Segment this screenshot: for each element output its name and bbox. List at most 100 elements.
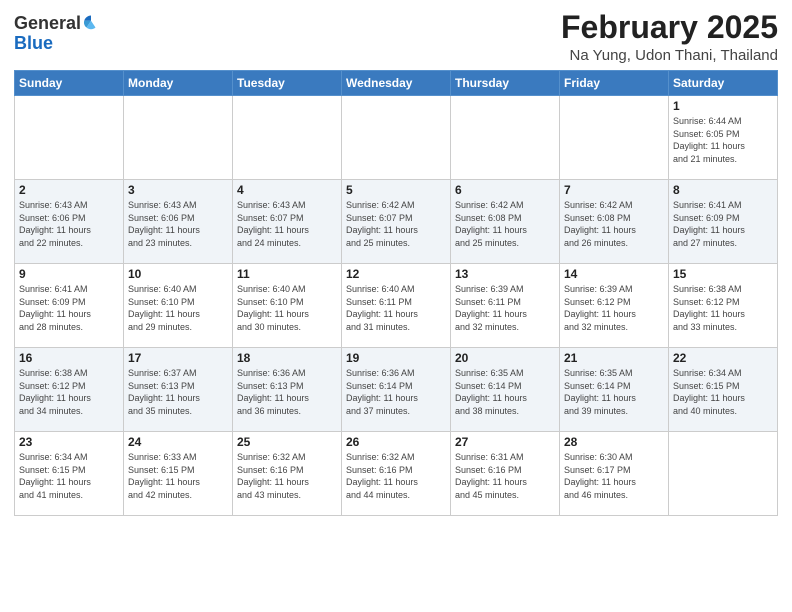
day-number: 18 <box>237 351 337 365</box>
day-cell: 14 Sunrise: 6:39 AM Sunset: 6:12 PM Dayli… <box>560 264 669 348</box>
week-row-5: 23 Sunrise: 6:34 AM Sunset: 6:15 PM Dayli… <box>15 432 778 516</box>
col-header-thursday: Thursday <box>451 71 560 96</box>
day-info: Sunrise: 6:38 AM Sunset: 6:12 PM Dayligh… <box>673 283 773 333</box>
title-month: February 2025 <box>561 10 778 45</box>
day-cell <box>560 96 669 180</box>
day-cell: 17 Sunrise: 6:37 AM Sunset: 6:13 PM Dayli… <box>124 348 233 432</box>
day-info: Sunrise: 6:37 AM Sunset: 6:13 PM Dayligh… <box>128 367 228 417</box>
col-header-saturday: Saturday <box>669 71 778 96</box>
day-number: 22 <box>673 351 773 365</box>
day-cell <box>451 96 560 180</box>
day-number: 25 <box>237 435 337 449</box>
col-header-wednesday: Wednesday <box>342 71 451 96</box>
day-number: 14 <box>564 267 664 281</box>
day-info: Sunrise: 6:34 AM Sunset: 6:15 PM Dayligh… <box>673 367 773 417</box>
day-info: Sunrise: 6:40 AM Sunset: 6:10 PM Dayligh… <box>237 283 337 333</box>
day-cell: 13 Sunrise: 6:39 AM Sunset: 6:11 PM Dayli… <box>451 264 560 348</box>
logo-blue-text: Blue <box>14 34 100 54</box>
day-cell: 15 Sunrise: 6:38 AM Sunset: 6:12 PM Dayli… <box>669 264 778 348</box>
week-row-4: 16 Sunrise: 6:38 AM Sunset: 6:12 PM Dayli… <box>15 348 778 432</box>
col-header-friday: Friday <box>560 71 669 96</box>
day-cell: 9Sunrise: 6:41 AM Sunset: 6:09 PM Daylig… <box>15 264 124 348</box>
day-info: Sunrise: 6:35 AM Sunset: 6:14 PM Dayligh… <box>564 367 664 417</box>
day-info: Sunrise: 6:32 AM Sunset: 6:16 PM Dayligh… <box>346 451 446 501</box>
day-info: Sunrise: 6:43 AM Sunset: 6:06 PM Dayligh… <box>19 199 119 249</box>
col-header-sunday: Sunday <box>15 71 124 96</box>
calendar-page: General Blue February 2025 Na Yung, Udon… <box>0 0 792 612</box>
day-cell: 3 Sunrise: 6:43 AM Sunset: 6:06 PM Daylig… <box>124 180 233 264</box>
col-header-monday: Monday <box>124 71 233 96</box>
header: General Blue February 2025 Na Yung, Udon… <box>14 10 778 64</box>
day-number: 20 <box>455 351 555 365</box>
day-number: 3 <box>128 183 228 197</box>
day-info: Sunrise: 6:42 AM Sunset: 6:07 PM Dayligh… <box>346 199 446 249</box>
day-info: Sunrise: 6:32 AM Sunset: 6:16 PM Dayligh… <box>237 451 337 501</box>
day-cell: 1 Sunrise: 6:44 AM Sunset: 6:05 PM Daylig… <box>669 96 778 180</box>
day-number: 16 <box>19 351 119 365</box>
day-cell: 27 Sunrise: 6:31 AM Sunset: 6:16 PM Dayli… <box>451 432 560 516</box>
day-number: 9 <box>19 267 119 281</box>
day-cell <box>15 96 124 180</box>
day-number: 6 <box>455 183 555 197</box>
logo-general-text: General <box>14 14 81 34</box>
day-cell: 23 Sunrise: 6:34 AM Sunset: 6:15 PM Dayli… <box>15 432 124 516</box>
day-info: Sunrise: 6:33 AM Sunset: 6:15 PM Dayligh… <box>128 451 228 501</box>
day-info: Sunrise: 6:30 AM Sunset: 6:17 PM Dayligh… <box>564 451 664 501</box>
day-info: Sunrise: 6:39 AM Sunset: 6:12 PM Dayligh… <box>564 283 664 333</box>
day-cell: 25 Sunrise: 6:32 AM Sunset: 6:16 PM Dayli… <box>233 432 342 516</box>
day-number: 28 <box>564 435 664 449</box>
day-info: Sunrise: 6:36 AM Sunset: 6:14 PM Dayligh… <box>346 367 446 417</box>
day-info: Sunrise: 6:41 AM Sunset: 6:09 PM Dayligh… <box>673 199 773 249</box>
day-cell: 20 Sunrise: 6:35 AM Sunset: 6:14 PM Dayli… <box>451 348 560 432</box>
day-number: 4 <box>237 183 337 197</box>
day-number: 19 <box>346 351 446 365</box>
day-number: 23 <box>19 435 119 449</box>
day-number: 1 <box>673 99 773 113</box>
day-info: Sunrise: 6:40 AM Sunset: 6:10 PM Dayligh… <box>128 283 228 333</box>
day-info: Sunrise: 6:42 AM Sunset: 6:08 PM Dayligh… <box>564 199 664 249</box>
day-info: Sunrise: 6:35 AM Sunset: 6:14 PM Dayligh… <box>455 367 555 417</box>
day-number: 12 <box>346 267 446 281</box>
day-info: Sunrise: 6:34 AM Sunset: 6:15 PM Dayligh… <box>19 451 119 501</box>
day-info: Sunrise: 6:36 AM Sunset: 6:13 PM Dayligh… <box>237 367 337 417</box>
day-number: 7 <box>564 183 664 197</box>
day-info: Sunrise: 6:43 AM Sunset: 6:06 PM Dayligh… <box>128 199 228 249</box>
day-cell: 11 Sunrise: 6:40 AM Sunset: 6:10 PM Dayli… <box>233 264 342 348</box>
day-cell: 4Sunrise: 6:43 AM Sunset: 6:07 PM Daylig… <box>233 180 342 264</box>
header-row: SundayMondayTuesdayWednesdayThursdayFrid… <box>15 71 778 96</box>
day-number: 11 <box>237 267 337 281</box>
day-number: 13 <box>455 267 555 281</box>
day-info: Sunrise: 6:39 AM Sunset: 6:11 PM Dayligh… <box>455 283 555 333</box>
title-location: Na Yung, Udon Thani, Thailand <box>561 47 778 64</box>
day-info: Sunrise: 6:38 AM Sunset: 6:12 PM Dayligh… <box>19 367 119 417</box>
week-row-3: 9Sunrise: 6:41 AM Sunset: 6:09 PM Daylig… <box>15 264 778 348</box>
day-cell: 28 Sunrise: 6:30 AM Sunset: 6:17 PM Dayli… <box>560 432 669 516</box>
logo-icon <box>82 14 100 32</box>
day-number: 2 <box>19 183 119 197</box>
day-cell: 10 Sunrise: 6:40 AM Sunset: 6:10 PM Dayli… <box>124 264 233 348</box>
week-row-1: 1 Sunrise: 6:44 AM Sunset: 6:05 PM Daylig… <box>15 96 778 180</box>
day-cell: 6 Sunrise: 6:42 AM Sunset: 6:08 PM Daylig… <box>451 180 560 264</box>
day-number: 27 <box>455 435 555 449</box>
day-cell: 12Sunrise: 6:40 AM Sunset: 6:11 PM Dayli… <box>342 264 451 348</box>
day-cell: 16 Sunrise: 6:38 AM Sunset: 6:12 PM Dayli… <box>15 348 124 432</box>
col-header-tuesday: Tuesday <box>233 71 342 96</box>
day-cell: 26Sunrise: 6:32 AM Sunset: 6:16 PM Dayli… <box>342 432 451 516</box>
day-cell: 7 Sunrise: 6:42 AM Sunset: 6:08 PM Daylig… <box>560 180 669 264</box>
day-cell <box>342 96 451 180</box>
day-number: 15 <box>673 267 773 281</box>
day-cell <box>124 96 233 180</box>
calendar-table: SundayMondayTuesdayWednesdayThursdayFrid… <box>14 70 778 516</box>
day-number: 17 <box>128 351 228 365</box>
day-cell <box>669 432 778 516</box>
day-info: Sunrise: 6:44 AM Sunset: 6:05 PM Dayligh… <box>673 115 773 165</box>
day-info: Sunrise: 6:42 AM Sunset: 6:08 PM Dayligh… <box>455 199 555 249</box>
day-number: 8 <box>673 183 773 197</box>
day-info: Sunrise: 6:31 AM Sunset: 6:16 PM Dayligh… <box>455 451 555 501</box>
day-cell: 24 Sunrise: 6:33 AM Sunset: 6:15 PM Dayli… <box>124 432 233 516</box>
day-number: 10 <box>128 267 228 281</box>
day-number: 24 <box>128 435 228 449</box>
day-cell <box>233 96 342 180</box>
day-cell: 2 Sunrise: 6:43 AM Sunset: 6:06 PM Daylig… <box>15 180 124 264</box>
day-cell: 19 Sunrise: 6:36 AM Sunset: 6:14 PM Dayli… <box>342 348 451 432</box>
